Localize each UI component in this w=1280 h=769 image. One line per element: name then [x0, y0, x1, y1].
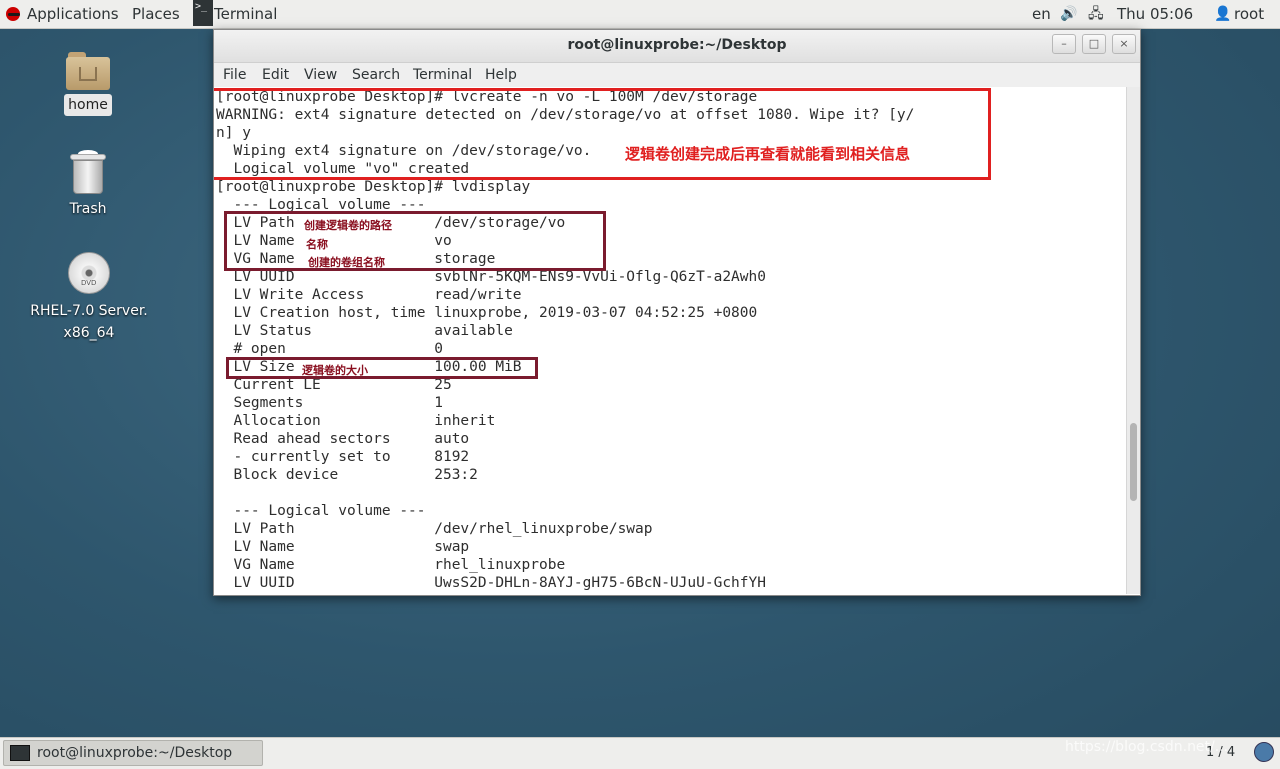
- terminal-line: --- Logical volume ---: [216, 503, 426, 519]
- lv-size-highlight-box: [226, 357, 538, 379]
- volume-icon[interactable]: 🔊: [1060, 0, 1077, 28]
- menu-view[interactable]: View: [304, 63, 337, 87]
- dvd-disc-label: DVD: [81, 279, 97, 287]
- terminal-line: LV Write Access read/write: [216, 287, 522, 303]
- terminal-task-icon: [10, 745, 30, 761]
- minimize-button[interactable]: –: [1052, 34, 1076, 54]
- terminal-line: VG Name rhel_linuxprobe: [216, 557, 566, 573]
- menu-help[interactable]: Help: [485, 63, 517, 87]
- lv-name-annotation: 名称: [306, 238, 328, 251]
- network-icon[interactable]: 🖧: [1088, 0, 1104, 28]
- lv-path-annotation: 创建逻辑卷的路径: [304, 219, 392, 232]
- terminal-output[interactable]: [root@linuxprobe Desktop]# lvcreate -n v…: [214, 87, 1126, 595]
- lv-size-annotation: 逻辑卷的大小: [302, 364, 368, 377]
- menu-terminal[interactable]: Terminal: [413, 63, 472, 87]
- window-titlebar[interactable]: root@linuxprobe:~/Desktop – □ ×: [214, 30, 1140, 63]
- menu-edit[interactable]: Edit: [262, 63, 289, 87]
- watermark: https://blog.csdn.net/...: [1065, 739, 1229, 755]
- terminal-line: LV UUID UwsS2D-DHLn-8AYJ-gH75-6BcN-UJuU-…: [216, 575, 766, 591]
- active-app-label[interactable]: Terminal: [214, 0, 277, 28]
- terminal-line: # open 0: [216, 341, 443, 357]
- taskbar-terminal-button[interactable]: root@linuxprobe:~/Desktop: [3, 740, 263, 766]
- lvcreate-highlight-box: [214, 88, 991, 180]
- terminal-line: - currently set to 8192: [216, 449, 470, 465]
- desktop-trash[interactable]: Trash: [48, 150, 128, 220]
- terminal-line: Segments 1: [216, 395, 443, 411]
- terminal-app-icon[interactable]: >_: [193, 0, 213, 26]
- clock[interactable]: Thu 05:06: [1117, 0, 1193, 28]
- places-menu[interactable]: Places: [132, 0, 180, 28]
- dvd-disc-icon: DVD: [68, 252, 110, 294]
- redhat-logo-icon: [6, 7, 20, 21]
- terminal-line: LV Path /dev/rhel_linuxprobe/swap: [216, 521, 653, 537]
- trash-icon: [70, 150, 106, 194]
- terminal-line: LV Name swap: [216, 539, 470, 555]
- desktop-trash-label: Trash: [69, 201, 107, 217]
- desktop-rhel-disc[interactable]: DVD RHEL-7.0 Server. x86_64: [22, 252, 156, 344]
- scrollbar-thumb[interactable]: [1130, 423, 1137, 501]
- desktop-disc-label-2: x86_64: [63, 325, 115, 341]
- notification-icon[interactable]: [1254, 742, 1274, 762]
- applications-menu[interactable]: Applications: [27, 0, 119, 28]
- lvcreate-annotation: 逻辑卷创建完成后再查看就能看到相关信息: [625, 145, 911, 163]
- lv-identity-highlight-box: [224, 211, 606, 271]
- top-panel: Applications Places >_ Terminal en 🔊 🖧 T…: [0, 0, 1280, 29]
- desktop-disc-label-1: RHEL-7.0 Server.: [30, 303, 148, 319]
- terminal-line: Read ahead sectors auto: [216, 431, 470, 447]
- menu-search[interactable]: Search: [352, 63, 400, 87]
- user-menu[interactable]: root: [1234, 0, 1264, 28]
- folder-home-icon: [66, 52, 110, 90]
- user-icon[interactable]: 👤: [1214, 0, 1231, 28]
- language-indicator[interactable]: en: [1032, 0, 1051, 28]
- menu-file[interactable]: File: [223, 63, 246, 87]
- terminal-window[interactable]: root@linuxprobe:~/Desktop – □ × File Edi…: [213, 29, 1141, 596]
- maximize-button[interactable]: □: [1082, 34, 1106, 54]
- desktop-home-label: home: [64, 94, 112, 116]
- close-button[interactable]: ×: [1112, 34, 1136, 54]
- taskbar-terminal-label: root@linuxprobe:~/Desktop: [37, 745, 233, 761]
- terminal-line: Allocation inherit: [216, 413, 496, 429]
- terminal-line: [root@linuxprobe Desktop]# lvdisplay: [216, 179, 531, 195]
- terminal-line: LV Creation host, time linuxprobe, 2019-…: [216, 305, 758, 321]
- terminal-line: LV Status available: [216, 323, 513, 339]
- vg-name-annotation: 创建的卷组名称: [308, 256, 385, 269]
- desktop-home-folder[interactable]: home: [48, 52, 128, 116]
- menubar: File Edit View Search Terminal Help: [214, 63, 1140, 87]
- terminal-line: Block device 253:2: [216, 467, 478, 483]
- window-title: root@linuxprobe:~/Desktop: [567, 37, 787, 53]
- terminal-scrollbar[interactable]: [1126, 87, 1140, 594]
